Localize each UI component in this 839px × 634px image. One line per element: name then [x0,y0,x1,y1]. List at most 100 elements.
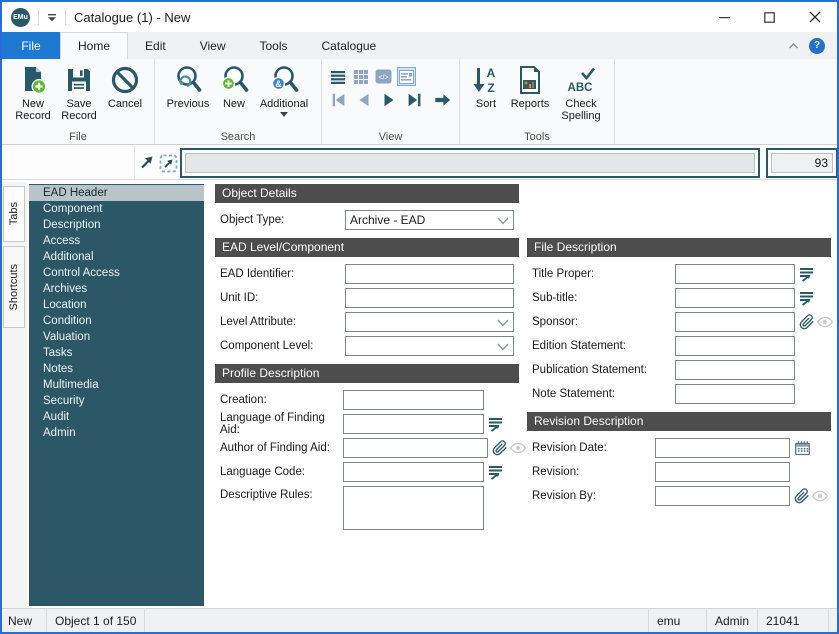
tab-view[interactable]: View [183,32,243,59]
check-spelling-button[interactable]: ABC Check Spelling [554,61,608,122]
field-row-unit-id: Unit ID: [220,288,519,308]
creation-input[interactable] [343,390,484,410]
sidebar-item-additional[interactable]: Additional [29,249,204,265]
details-view-button[interactable] [397,67,416,86]
list-view-button[interactable] [328,67,347,86]
quick-access-dropdown-icon[interactable] [47,13,57,22]
minimize-button[interactable] [702,2,747,32]
sidebar-item-security[interactable]: Security [29,393,204,409]
sidebar-item-component[interactable]: Component [29,201,204,217]
new-search-button[interactable]: New [215,61,253,110]
record-summary-field [185,153,755,173]
code-view-button[interactable]: </> [374,67,393,86]
sidebar-item-control-access[interactable]: Control Access [29,265,204,281]
level-attribute-combo[interactable] [345,312,514,332]
new-record-button[interactable]: New Record [10,61,56,122]
next-record-button[interactable] [378,90,399,110]
eye-icon [510,440,526,456]
window-controls [702,2,837,32]
author-finding-aid-input[interactable] [343,438,488,458]
titlebar-separator [38,10,39,25]
tab-edit[interactable]: Edit [128,32,183,59]
close-button[interactable] [792,2,837,32]
calendar-icon [794,440,811,457]
attach-button[interactable] [492,440,508,456]
sidebar-item-condition[interactable]: Condition [29,313,204,329]
lookup-list-button[interactable] [799,267,814,282]
revision-date-input[interactable] [655,438,790,458]
status-record-position: Object 1 of 150 [47,614,144,628]
revision-by-input[interactable] [655,486,790,506]
select-mode-button[interactable] [159,154,178,173]
tabs-sidebar: EAD Header Component Description Access … [29,184,204,606]
view-attachment-button[interactable] [817,314,833,330]
previous-search-button[interactable]: Previous [161,61,215,110]
sidebar-item-archives[interactable]: Archives [29,281,204,297]
unit-id-input[interactable] [345,288,514,308]
tab-home[interactable]: Home [60,32,128,59]
sidebar-item-audit[interactable]: Audit [29,409,204,425]
collapse-ribbon-icon[interactable] [788,42,799,50]
paperclip-icon [799,314,815,330]
view-attachment-button[interactable] [812,488,828,504]
descriptive-rules-textarea[interactable] [343,486,484,530]
select-mode-icon [159,154,178,173]
tabrow-right-controls: ? [788,32,837,59]
revision-date-label: Revision Date: [532,442,655,454]
sponsor-input[interactable] [675,312,795,332]
additional-search-icon: & [268,64,300,96]
sidebar-item-location[interactable]: Location [29,297,204,313]
grid-view-button[interactable] [351,67,370,86]
cursor-tool-button[interactable] [139,154,155,170]
sidebar-item-multimedia[interactable]: Multimedia [29,377,204,393]
vertical-tab-tabs[interactable]: Tabs [3,186,25,242]
sidebar-item-ead-header[interactable]: EAD Header [29,185,204,201]
section-header-profile: Profile Description [215,364,519,383]
next-record-icon [380,91,398,109]
additional-search-button[interactable]: & Additional [253,61,315,117]
sort-button[interactable]: A Z Sort [466,61,506,110]
note-statement-input[interactable] [675,384,795,404]
sub-title-input[interactable] [675,288,795,308]
tab-tools[interactable]: Tools [243,32,305,59]
language-code-input[interactable] [343,462,484,482]
sidebar-item-access[interactable]: Access [29,233,204,249]
component-level-combo[interactable] [345,336,514,356]
section-object-details: Object Details Object Type: Archive - EA… [215,184,519,230]
lookup-list-button[interactable] [488,465,503,480]
sidebar-item-description[interactable]: Description [29,217,204,233]
help-button[interactable]: ? [809,38,825,54]
attach-button[interactable] [794,488,810,504]
language-finding-aid-input[interactable] [343,414,484,434]
tab-file[interactable]: File [2,32,60,59]
view-attachment-button[interactable] [510,440,526,456]
attach-button[interactable] [799,314,815,330]
maximize-button[interactable] [747,2,792,32]
tab-catalogue[interactable]: Catalogue [305,32,394,59]
reports-button[interactable]: Reports [506,61,554,110]
previous-record-button[interactable] [353,90,374,110]
ead-identifier-input[interactable] [345,264,514,284]
title-proper-input[interactable] [675,264,795,284]
revision-label: Revision: [532,466,655,478]
sidebar-item-notes[interactable]: Notes [29,361,204,377]
date-picker-button[interactable] [794,440,811,457]
titlebar-separator [65,10,66,25]
vertical-tab-shortcuts[interactable]: Shortcuts [3,246,25,328]
ribbon-group-label-view: View [322,131,459,143]
edition-statement-input[interactable] [675,336,795,356]
goto-record-button[interactable] [432,90,453,110]
last-record-button[interactable] [403,90,424,110]
first-record-button[interactable] [328,90,349,110]
sidebar-item-valuation[interactable]: Valuation [29,329,204,345]
save-record-button[interactable]: Save Record [56,61,102,122]
publication-statement-input[interactable] [675,360,795,380]
paperclip-icon [794,488,810,504]
revision-input[interactable] [655,462,790,482]
lookup-list-button[interactable] [799,291,814,306]
sidebar-item-tasks[interactable]: Tasks [29,345,204,361]
sidebar-item-admin[interactable]: Admin [29,425,204,441]
lookup-list-button[interactable] [488,417,503,432]
cancel-button[interactable]: Cancel [102,61,148,110]
object-type-combo[interactable]: Archive - EAD [345,210,514,230]
